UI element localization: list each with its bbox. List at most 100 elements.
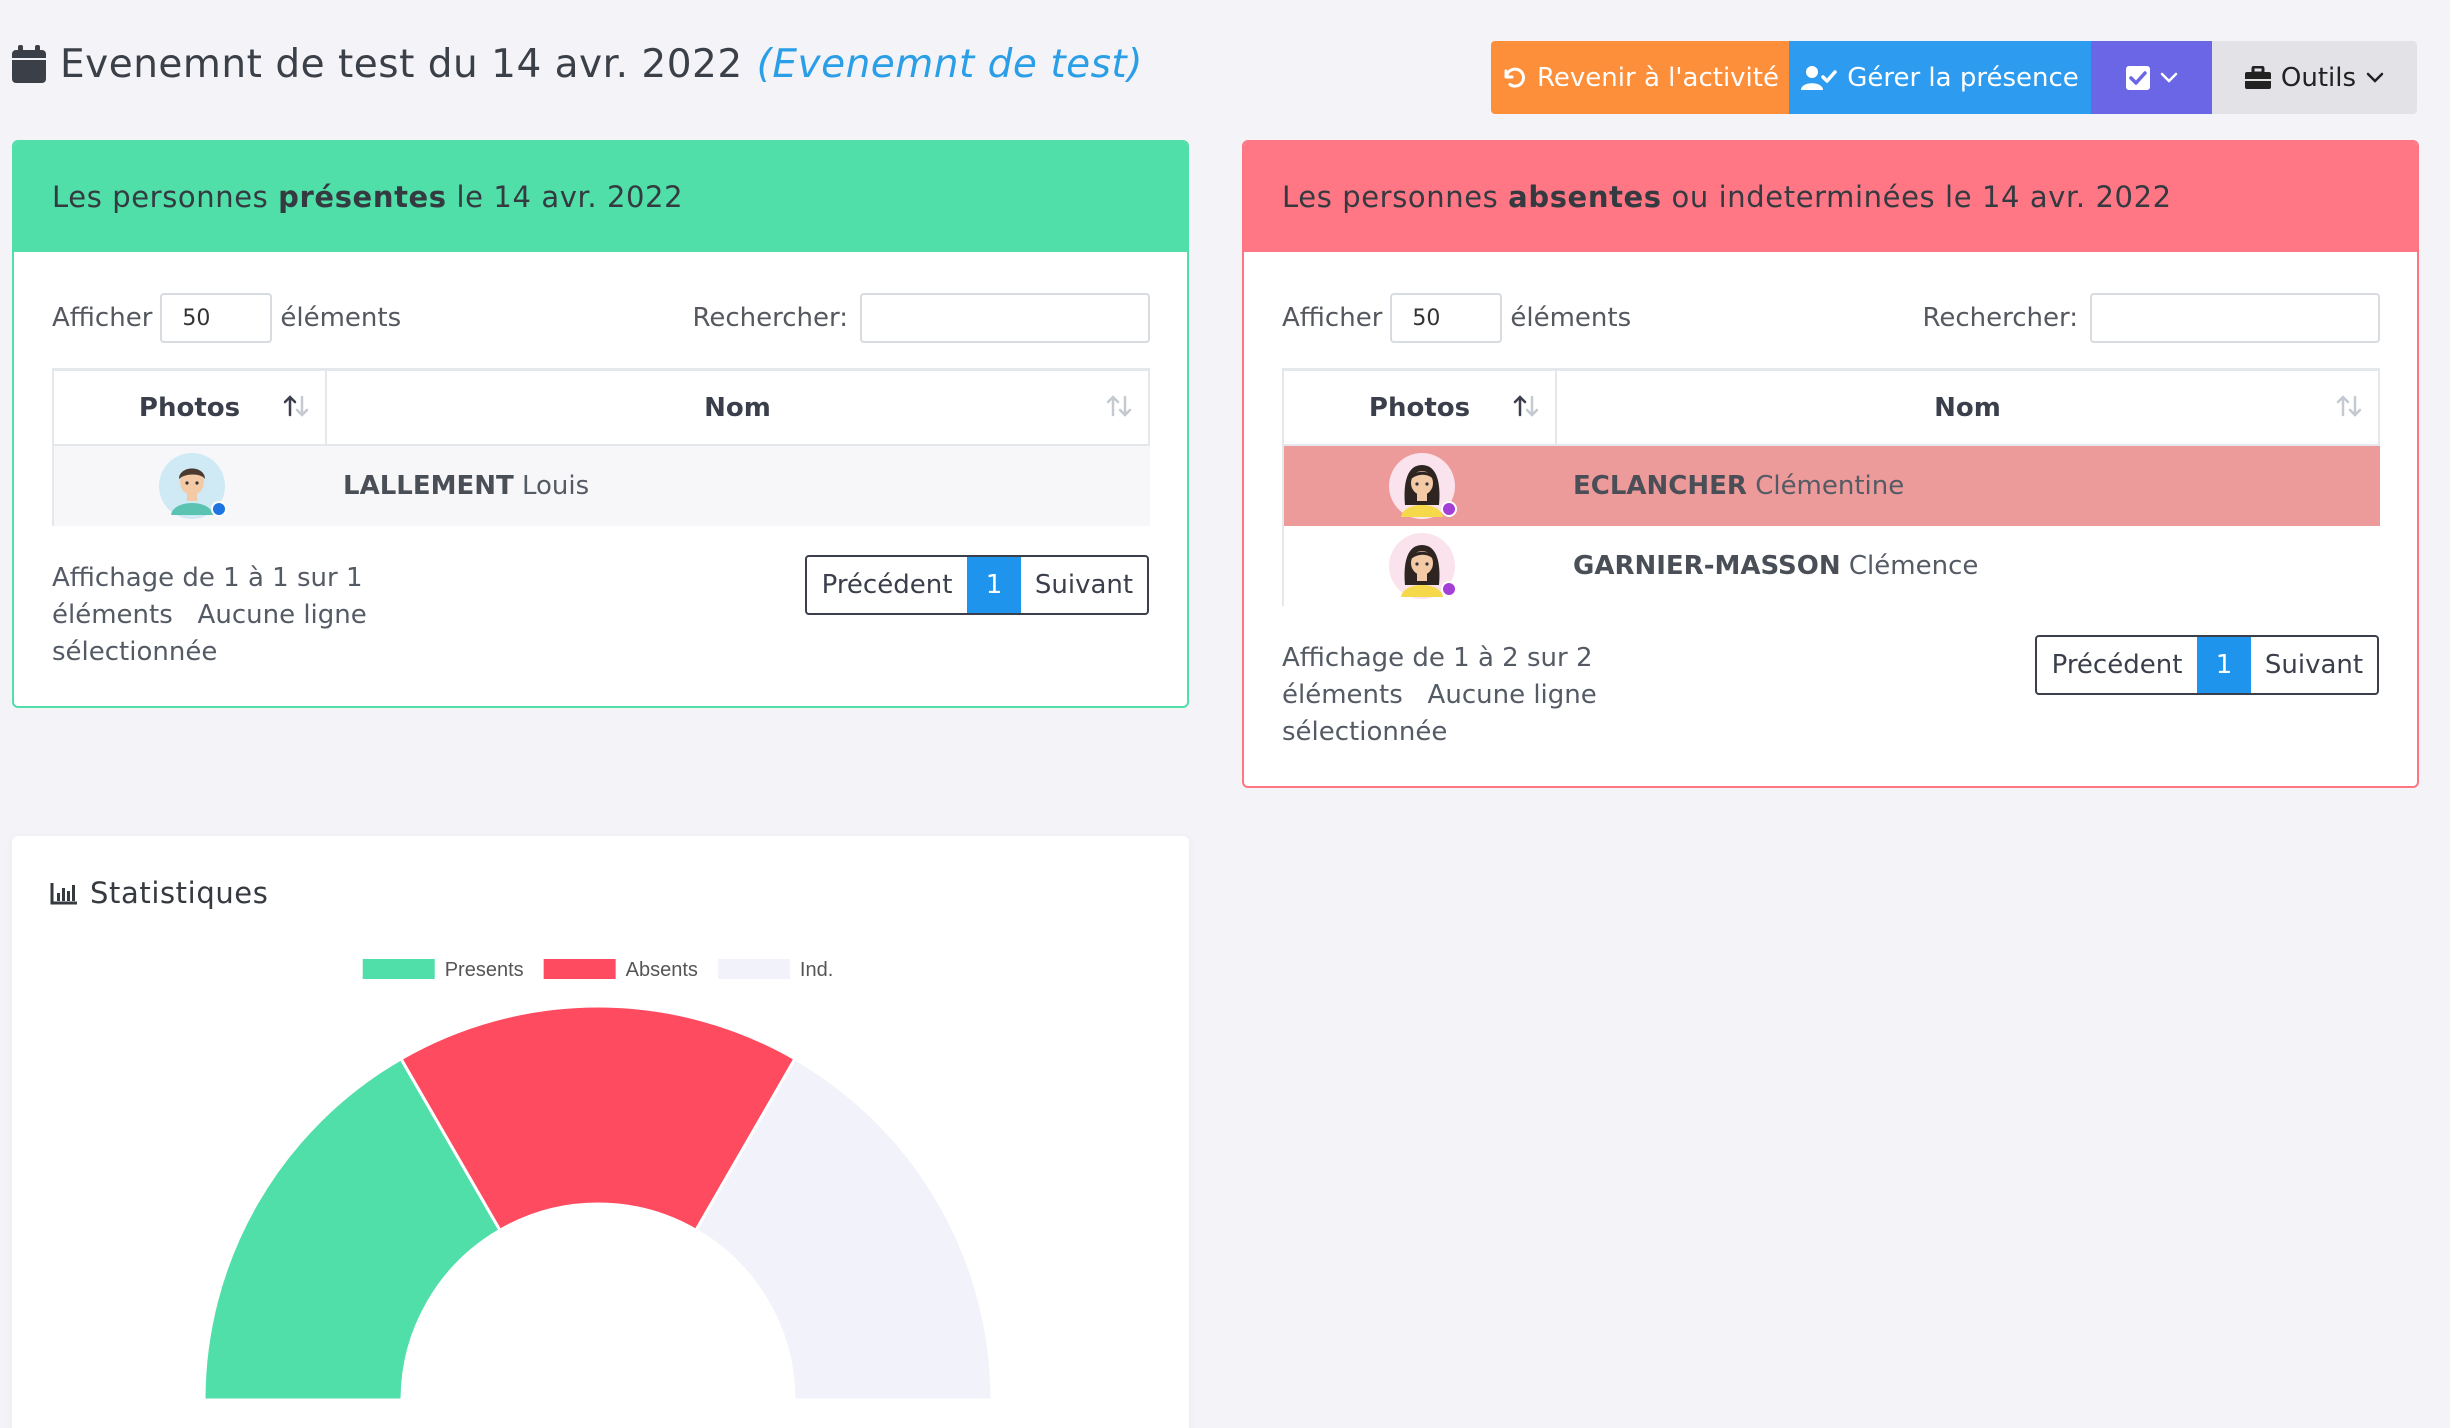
table-row[interactable]: LALLEMENT Louis: [52, 446, 1150, 526]
chevron-down-icon: [2160, 72, 2177, 83]
manage-presence-label: Gérer la présence: [1847, 62, 2079, 93]
table-row[interactable]: ECLANCHER Clémentine: [1282, 446, 2380, 526]
legend-swatch-2[interactable]: [717, 959, 790, 979]
absent-people-card: Les personnes absentes ou indeterminées …: [1242, 140, 2419, 788]
photo-cell: [54, 446, 329, 526]
present-table-controls: Afficher 50 éléments Rechercher:: [52, 292, 1150, 344]
page-subtitle: (Evenemnt de test): [756, 41, 1143, 87]
column-header-nom[interactable]: Nom: [1557, 371, 2380, 444]
previous-page-button[interactable]: Précédent: [2037, 637, 2197, 693]
sort-asc-icon: [1513, 395, 1539, 417]
table-row[interactable]: GARNIER-MASSON Clémence: [1282, 526, 2380, 606]
checkbox-icon: [2125, 65, 2150, 90]
tools-label: Outils: [2280, 62, 2357, 93]
page-1-button[interactable]: 1: [967, 557, 1021, 613]
name-cell: LALLEMENT Louis: [329, 471, 1150, 501]
first-name: Louis: [521, 471, 590, 501]
sort-icon: [1106, 395, 1132, 417]
table-info: Affichage de 1 à 2 sur 2 éléments Aucune…: [1282, 640, 1612, 751]
elements-label: éléments: [1510, 303, 1632, 333]
present-people-card: Les personnes présentes le 14 avr. 2022 …: [12, 140, 1189, 708]
avatar: [1388, 453, 1457, 519]
page-1-button[interactable]: 1: [2197, 637, 2251, 693]
info-line: Affichage de 1 à 2 sur 2: [1282, 643, 1593, 673]
last-name: GARNIER-MASSON: [1573, 551, 1841, 581]
search-control: Rechercher:: [1922, 292, 2380, 344]
previous-page-button[interactable]: Précédent: [807, 557, 967, 613]
tools-dropdown-button[interactable]: Outils: [2212, 41, 2417, 114]
action-toolbar: Revenir à l'activité Gérer la présence O…: [1491, 41, 2417, 114]
next-page-button[interactable]: Suivant: [1021, 557, 1147, 613]
table-header: Photos Nom: [1282, 368, 2380, 446]
info-line: éléments Aucune ligne: [1282, 680, 1597, 710]
page-length-control: Afficher 50 éléments: [52, 292, 401, 344]
absent-table-controls: Afficher 50 éléments Rechercher:: [1282, 292, 2380, 344]
absent-card-header: Les personnes absentes ou indeterminées …: [1244, 142, 2417, 252]
photo-cell: [1284, 526, 1559, 606]
photo-cell: [1284, 446, 1559, 526]
legend-label-2: Ind.: [800, 959, 833, 981]
presence-chart: Presents Absents Ind.: [202, 959, 994, 1402]
page-title: Evenemnt de test du 14 avr. 2022: [60, 41, 743, 87]
page-length-select[interactable]: 50: [1390, 293, 1503, 343]
avatar: [1388, 533, 1457, 599]
status-dot: [210, 501, 227, 517]
absent-title-bold: absentes: [1508, 180, 1662, 214]
present-table: Photos Nom LALLEMENT Louis: [52, 368, 1150, 526]
column-header-photos[interactable]: Photos: [52, 371, 327, 444]
calendar-icon: [12, 45, 46, 83]
page-header: Evenemnt de test du 14 avr. 2022 (Evenem…: [12, 36, 1143, 92]
legend-swatch-0[interactable]: [362, 959, 435, 979]
show-label: Afficher: [52, 303, 153, 333]
info-line: sélectionnée: [52, 637, 218, 667]
legend-label-1: Absents: [626, 959, 698, 981]
present-card-header: Les personnes présentes le 14 avr. 2022: [14, 142, 1187, 252]
present-title-pre: Les personnes: [52, 180, 279, 214]
column-nom-label: Nom: [1934, 392, 2001, 423]
name-cell: GARNIER-MASSON Clémence: [1559, 551, 2380, 581]
column-photos-label: Photos: [138, 392, 241, 423]
manage-presence-button[interactable]: Gérer la présence: [1789, 41, 2091, 114]
column-nom-label: Nom: [704, 392, 771, 423]
chevron-down-icon: [2366, 72, 2384, 83]
back-to-activity-label: Revenir à l'activité: [1537, 62, 1779, 93]
search-control: Rechercher:: [692, 292, 1150, 344]
status-dot: [1440, 581, 1457, 597]
last-name: LALLEMENT: [343, 471, 514, 501]
select-dropdown-button[interactable]: [2091, 41, 2212, 114]
last-name: ECLANCHER: [1573, 471, 1747, 501]
table-header: Photos Nom: [52, 368, 1150, 446]
next-page-button[interactable]: Suivant: [2251, 637, 2377, 693]
info-line: éléments Aucune ligne: [52, 600, 367, 630]
info-line: sélectionnée: [1282, 717, 1448, 747]
pagination: Précédent 1 Suivant: [2035, 635, 2379, 695]
sort-icon: [2336, 395, 2362, 417]
user-check-icon: [1801, 65, 1837, 90]
present-title-post: le 14 avr. 2022: [446, 180, 684, 214]
page-length-select[interactable]: 50: [160, 293, 273, 343]
column-header-photos[interactable]: Photos: [1282, 371, 1557, 444]
legend-label-0: Presents: [445, 959, 524, 981]
column-photos-label: Photos: [1368, 392, 1471, 423]
elements-label: éléments: [280, 303, 402, 333]
first-name: Clémentine: [1755, 471, 1905, 501]
pagination: Précédent 1 Suivant: [805, 555, 1149, 615]
column-header-nom[interactable]: Nom: [327, 371, 1150, 444]
present-title-bold: présentes: [278, 180, 447, 214]
first-name: Clémence: [1848, 551, 1979, 581]
show-label: Afficher: [1282, 303, 1383, 333]
toolbox-icon: [2244, 65, 2271, 89]
back-to-activity-button[interactable]: Revenir à l'activité: [1491, 41, 1789, 114]
absent-title-pre: Les personnes: [1282, 180, 1509, 214]
statistics-card: Statistiques Presents Absents Ind.: [12, 836, 1189, 1428]
search-input[interactable]: [860, 293, 1150, 343]
info-line: Affichage de 1 à 1 sur 1: [52, 563, 363, 593]
undo-icon: [1504, 67, 1525, 88]
name-cell: ECLANCHER Clémentine: [1559, 471, 2380, 501]
avatar: [158, 453, 227, 519]
search-label: Rechercher:: [1922, 303, 2078, 333]
page-length-control: Afficher 50 éléments: [1282, 292, 1631, 344]
absent-table: Photos Nom ECLANCHER Clémentine GARNIER-…: [1282, 368, 2380, 606]
search-input[interactable]: [2090, 293, 2380, 343]
legend-swatch-1[interactable]: [543, 959, 616, 979]
